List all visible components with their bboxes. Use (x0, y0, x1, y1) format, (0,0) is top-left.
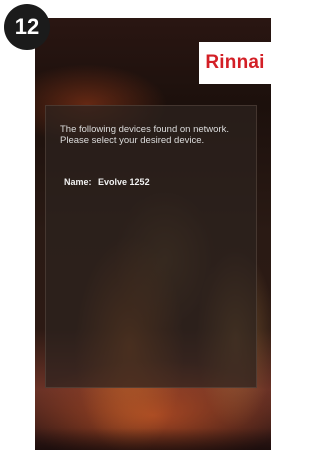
step-number-badge: 12 (4, 4, 50, 50)
prompt-line-1: The following devices found on network. (60, 124, 229, 135)
device-name: Name: Evolve 1252 (64, 177, 154, 187)
device-name-value: Evolve 1252 (98, 177, 150, 187)
screen-bottom-shade (35, 428, 271, 450)
device-list-item[interactable]: Name: Evolve 1252 (56, 174, 236, 192)
device-list-panel: The following devices found on network. … (45, 105, 257, 388)
brand-logo: Rinnai (199, 42, 271, 84)
prompt-line-2: Please select your desired device. (60, 135, 205, 146)
device-list-prompt: The following devices found on network. … (60, 124, 260, 146)
brand-logo-text: Rinnai (205, 52, 265, 73)
phone-screen: Rinnai The following devices found on ne… (35, 18, 271, 450)
device-name-label: Name: (64, 177, 92, 187)
